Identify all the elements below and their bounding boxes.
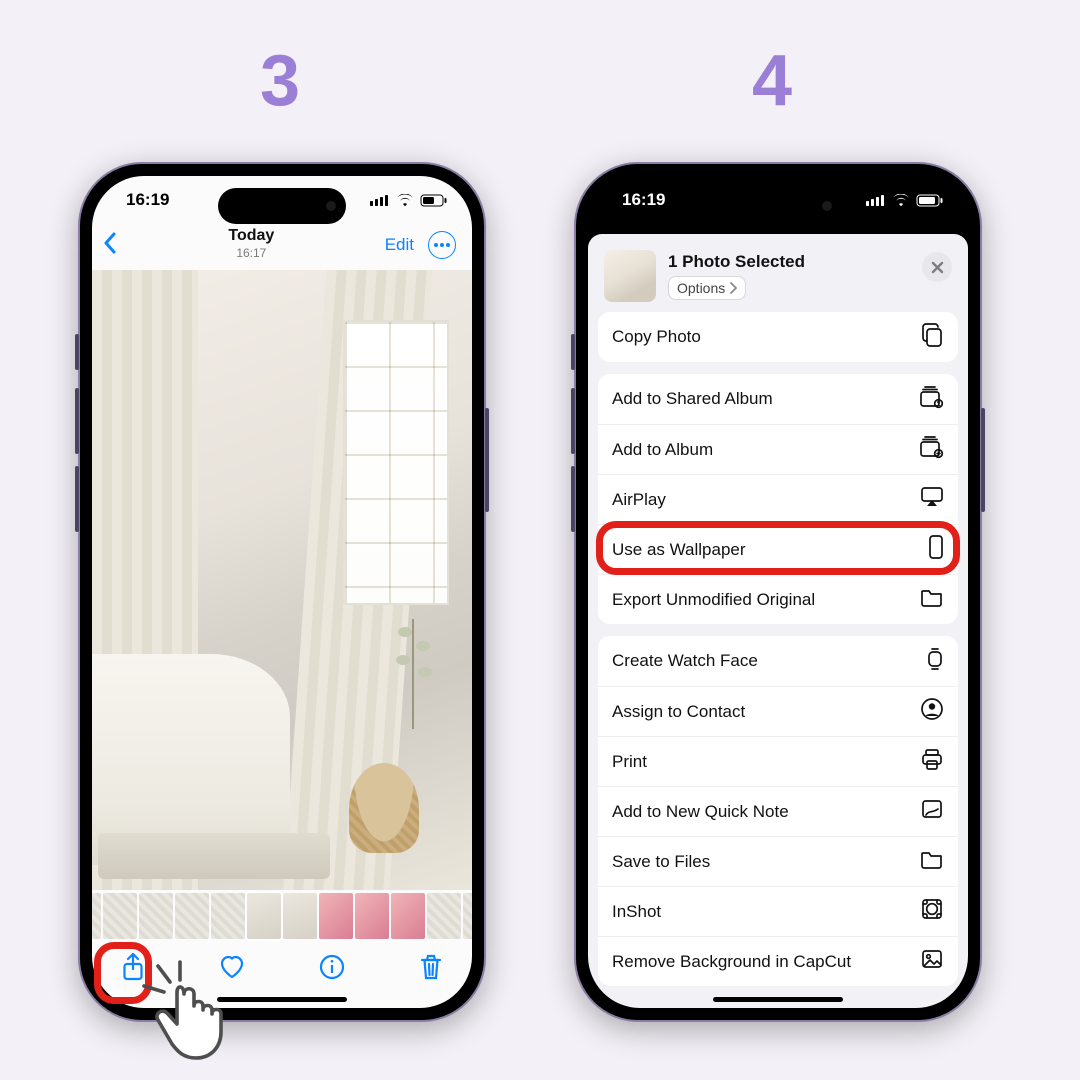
step-number-3: 3 bbox=[260, 40, 300, 122]
share-action-inshot[interactable]: InShot bbox=[598, 886, 958, 936]
share-action-assign-to-contact[interactable]: Assign to Contact bbox=[598, 686, 958, 736]
share-sheet-title: 1 Photo Selected bbox=[668, 252, 805, 272]
share-sheet: 1 Photo Selected Options Copy Photo Add t… bbox=[588, 234, 968, 1008]
options-button[interactable]: Options bbox=[668, 276, 746, 300]
share-action-label: InShot bbox=[612, 902, 661, 922]
create-watch-face-icon bbox=[926, 646, 944, 677]
thumbnail-strip[interactable] bbox=[92, 890, 472, 942]
share-action-copy-photo[interactable]: Copy Photo bbox=[598, 312, 958, 362]
share-sheet-thumbnail bbox=[604, 250, 656, 302]
remove-background-in-capcut-icon bbox=[920, 948, 944, 975]
phone-right: 16:19 1 Photo Selected Options bbox=[574, 162, 982, 1022]
status-time: 16:19 bbox=[622, 190, 665, 210]
share-action-label: Create Watch Face bbox=[612, 651, 758, 671]
share-action-remove-background-in-capcut[interactable]: Remove Background in CapCut bbox=[598, 936, 958, 986]
share-action-label: Use as Wallpaper bbox=[612, 540, 746, 560]
more-button[interactable] bbox=[428, 231, 456, 259]
share-action-label: Add to New Quick Note bbox=[612, 802, 789, 822]
phone-left: 16:19 Today16:17 Edit bbox=[78, 162, 486, 1022]
dynamic-island bbox=[714, 188, 842, 224]
share-action-add-to-new-quick-note[interactable]: Add to New Quick Note bbox=[598, 786, 958, 836]
share-action-label: AirPlay bbox=[612, 490, 666, 510]
share-action-add-to-shared-album[interactable]: Add to Shared Album bbox=[598, 374, 958, 424]
add-to-new-quick-note-icon bbox=[920, 798, 944, 825]
photos-nav-bar: Today16:17 Edit bbox=[92, 224, 472, 270]
airplay-icon bbox=[920, 486, 944, 513]
share-action-label: Save to Files bbox=[612, 852, 710, 872]
print-icon bbox=[920, 747, 944, 776]
share-action-label: Add to Album bbox=[612, 440, 713, 460]
back-button[interactable] bbox=[102, 232, 118, 259]
share-action-print[interactable]: Print bbox=[598, 736, 958, 786]
add-to-shared-album-icon bbox=[918, 385, 944, 414]
tap-cursor-icon bbox=[140, 960, 250, 1075]
share-action-label: Copy Photo bbox=[612, 327, 701, 347]
share-action-save-to-files[interactable]: Save to Files bbox=[598, 836, 958, 886]
share-action-export-unmodified-original[interactable]: Export Unmodified Original bbox=[598, 574, 958, 624]
share-sheet-header: 1 Photo Selected Options bbox=[598, 244, 958, 312]
share-action-label: Print bbox=[612, 752, 647, 772]
edit-button[interactable]: Edit bbox=[385, 235, 414, 255]
nav-title: Today16:17 bbox=[228, 228, 274, 262]
info-button[interactable] bbox=[315, 950, 349, 984]
status-icons bbox=[370, 194, 448, 207]
share-action-label: Export Unmodified Original bbox=[612, 590, 815, 610]
share-action-add-to-album[interactable]: Add to Album bbox=[598, 424, 958, 474]
home-indicator[interactable] bbox=[713, 997, 843, 1002]
add-to-album-icon bbox=[918, 435, 944, 464]
close-button[interactable] bbox=[922, 252, 952, 282]
assign-to-contact-icon bbox=[920, 697, 944, 726]
share-action-label: Add to Shared Album bbox=[612, 389, 773, 409]
inshot-icon bbox=[920, 897, 944, 926]
photo-preview[interactable] bbox=[92, 270, 472, 890]
dynamic-island bbox=[218, 188, 346, 224]
use-as-wallpaper-icon bbox=[928, 534, 944, 565]
status-icons bbox=[866, 194, 944, 207]
export-unmodified-original-icon bbox=[920, 587, 944, 612]
copy-photo-icon bbox=[920, 322, 944, 353]
share-action-label: Assign to Contact bbox=[612, 702, 745, 722]
save-to-files-icon bbox=[920, 849, 944, 874]
status-time: 16:19 bbox=[126, 190, 169, 210]
share-action-use-as-wallpaper[interactable]: Use as Wallpaper bbox=[598, 524, 958, 574]
delete-button[interactable] bbox=[414, 950, 448, 984]
step-number-4: 4 bbox=[752, 40, 792, 122]
share-action-create-watch-face[interactable]: Create Watch Face bbox=[598, 636, 958, 686]
share-action-label: Remove Background in CapCut bbox=[612, 952, 851, 972]
share-action-airplay[interactable]: AirPlay bbox=[598, 474, 958, 524]
